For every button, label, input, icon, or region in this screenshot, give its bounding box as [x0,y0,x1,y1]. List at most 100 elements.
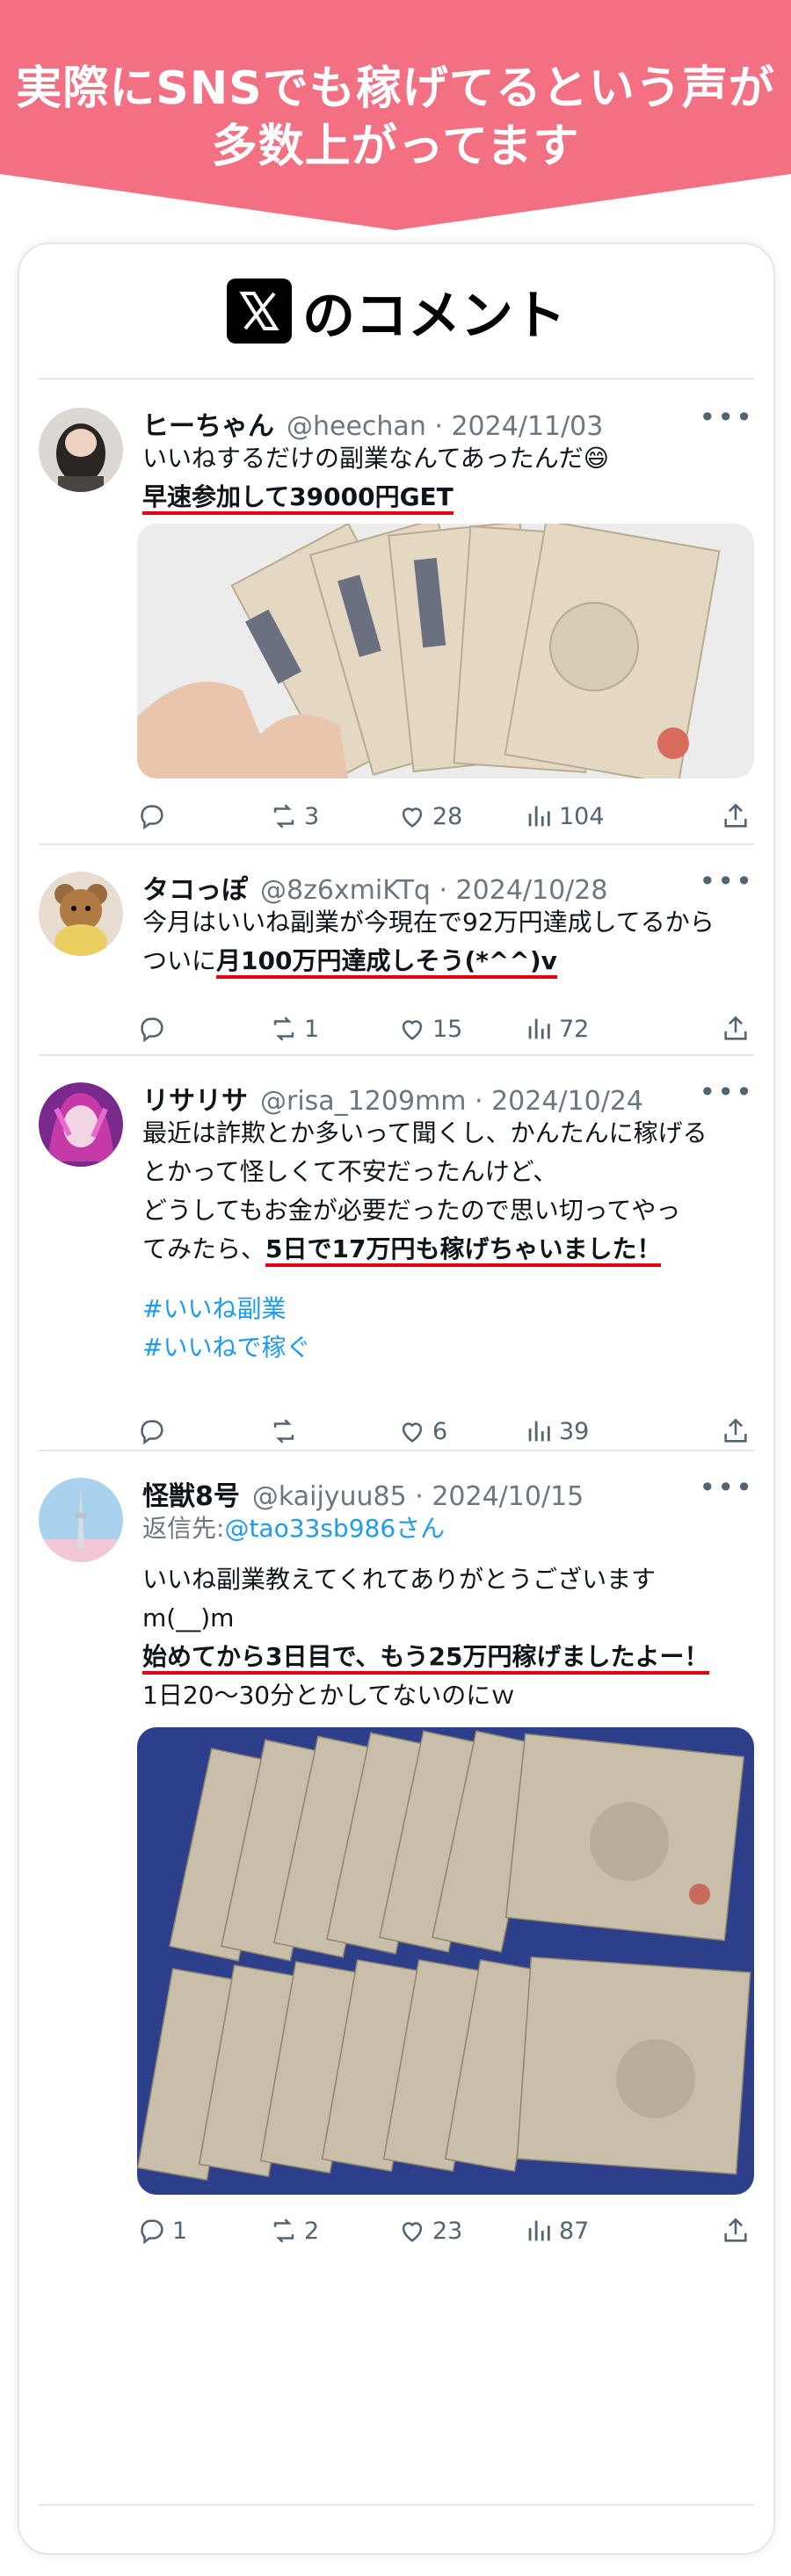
post-text-line: とかって怪しくて不安だったんけど、 [142,1157,558,1186]
share-button[interactable] [721,801,756,831]
like-button[interactable]: 23 [397,2216,462,2246]
share-icon [724,2218,747,2242]
more-icon[interactable]: ••• [699,865,754,898]
reply-to-label: 返信先: [142,1514,225,1543]
like-button[interactable]: 6 [397,1416,447,1446]
post-text-line: 最近は詐欺とか多いって聞くし、かんたんに稼げる [142,1118,708,1147]
share-button[interactable] [721,1416,756,1446]
post-actions: 3 28 104 [137,801,754,836]
post-text: いいねするだけの副業なんてあったんだ😄 早速参加して39000円GET [142,439,609,517]
banner-line-1: 実際にSNSでも稼げてるという声が [16,62,775,115]
views-button[interactable]: 39 [524,1416,589,1446]
post-text-line: ついに [142,946,217,975]
avatar[interactable] [39,408,123,492]
post-text-line: 1日20〜30分とかしてないのにｗ [142,1681,516,1710]
post-kaijyuu8[interactable]: 怪獣8号 @kaijyuu85 · 2024/10/15 ••• 返信先:@tao… [19,1471,773,2245]
author-handle-date: @8z6xmiKTq · 2024/10/28 [260,875,608,906]
like-count: 23 [432,2217,463,2245]
hashtag-link[interactable]: #いいね副業 [142,1290,708,1328]
more-icon[interactable]: ••• [699,401,754,434]
avatar[interactable] [39,1478,123,1562]
yen-bills-on-blanket-photo[interactable] [137,1727,754,2195]
like-button[interactable]: 15 [397,1014,462,1044]
post-text: 今月はいいね副業が今現在で92万円達成してるから ついに月100万円達成しそう(… [142,903,715,980]
reply-button[interactable] [137,1416,172,1446]
retweet-button[interactable] [269,1416,304,1446]
post-text-line: いいねするだけの副業なんてあったんだ😄 [142,444,609,473]
reply-button[interactable] [137,1014,172,1044]
post-text-line: m(__)m [142,1603,235,1632]
post-heechan[interactable]: ヒーちゃん @heechan · 2024/11/03 ••• いいねするだけの副… [19,401,773,830]
post-text: 最近は詐欺とか多いって聞くし、かんたんに稼げる とかって怪しくて不安だったんけど… [142,1114,708,1367]
post-author[interactable]: リサリサ @risa_1209mm · 2024/10/24 [142,1079,643,1118]
post-risarisa[interactable]: リサリサ @risa_1209mm · 2024/10/24 ••• 最近は詐欺と… [19,1075,773,1445]
post-author[interactable]: 怪獣8号 @kaijyuu85 · 2024/10/15 [142,1474,584,1513]
comments-card: のコメント ヒーちゃん @heechan · 2024/11/03 ••• いいね… [18,242,775,2555]
like-button[interactable]: 28 [397,801,462,831]
reply-icon [141,1017,163,1043]
heart-icon [402,1422,423,1443]
reply-icon [141,805,163,830]
x-logo-icon [227,279,292,344]
views-icon [528,1018,550,1039]
post-actions: 1 2 23 87 [137,2216,754,2251]
divider [39,1450,754,1451]
views-icon [528,806,550,827]
retweet-icon [273,1419,294,1444]
author-name[interactable]: リサリサ [142,1086,248,1117]
share-icon [724,803,747,828]
author-handle-date: @heechan · 2024/11/03 [287,411,604,442]
more-icon[interactable]: ••• [699,1471,754,1504]
divider [39,2504,754,2506]
views-count: 104 [559,802,605,830]
more-icon[interactable]: ••• [699,1075,754,1109]
post-text-line: てみたら、 [142,1234,266,1263]
card-header: のコメント [19,244,773,378]
card-title: のコメント [302,285,566,347]
banner-line-2: 多数上がってます [211,120,580,173]
avatar[interactable] [39,1082,123,1167]
reply-icon [141,1420,163,1445]
retweet-icon [273,2218,294,2243]
post-takoppo[interactable]: タコっぽ @8z6xmiKTq · 2024/10/28 ••• 今月はいいね副業… [19,865,773,1043]
share-button[interactable] [721,1014,756,1044]
divider [39,378,754,380]
heart-icon [402,807,423,828]
views-button[interactable]: 87 [524,2216,589,2246]
retweet-button[interactable]: 1 [269,1014,319,1044]
retweet-count: 2 [304,2217,320,2245]
yen-bills-fan-photo[interactable] [137,524,754,778]
author-handle-date: @risa_1209mm · 2024/10/24 [260,1086,643,1117]
post-author[interactable]: タコっぽ @8z6xmiKTq · 2024/10/28 [142,868,607,907]
highlight-text: 早速参加して39000円GET [142,482,454,515]
share-icon [724,1016,747,1040]
views-button[interactable]: 72 [524,1014,589,1044]
retweet-count: 3 [304,802,320,830]
author-name[interactable]: ヒーちゃん [142,411,274,442]
post-text-line: 今月はいいね副業が今現在で92万円達成してるから [142,908,715,937]
reply-button[interactable]: 1 [137,2216,187,2246]
reply-button[interactable] [137,801,172,831]
post-text-line: いいね副業教えてくれてありがとうございます [142,1565,657,1594]
like-count: 15 [432,1015,463,1043]
avatar[interactable] [39,872,123,956]
like-count: 28 [432,802,463,830]
highlight-text: 月100万円達成しそう(*^^)v [216,946,557,979]
author-name[interactable]: タコっぽ [142,875,248,906]
share-button[interactable] [721,2216,756,2246]
share-icon [724,1418,747,1443]
post-actions: 1 15 72 [137,1014,754,1049]
reply-to-handle[interactable]: @tao33sb986さん [224,1514,445,1543]
views-button[interactable]: 104 [524,801,605,831]
retweet-count: 1 [304,1015,320,1043]
hashtag-link[interactable]: #いいねで稼ぐ [142,1328,708,1367]
retweet-icon [273,1017,294,1041]
post-actions: 6 39 [137,1416,754,1451]
post-author[interactable]: ヒーちゃん @heechan · 2024/11/03 [142,404,603,443]
views-count: 72 [559,1015,590,1043]
retweet-button[interactable]: 3 [269,801,319,831]
post-text: 返信先:@tao33sb986さん いいね副業教えてくれてありがとうございます … [142,1509,709,1715]
views-count: 87 [559,2217,590,2245]
retweet-button[interactable]: 2 [269,2216,319,2246]
author-name[interactable]: 怪獣8号 [142,1481,240,1512]
